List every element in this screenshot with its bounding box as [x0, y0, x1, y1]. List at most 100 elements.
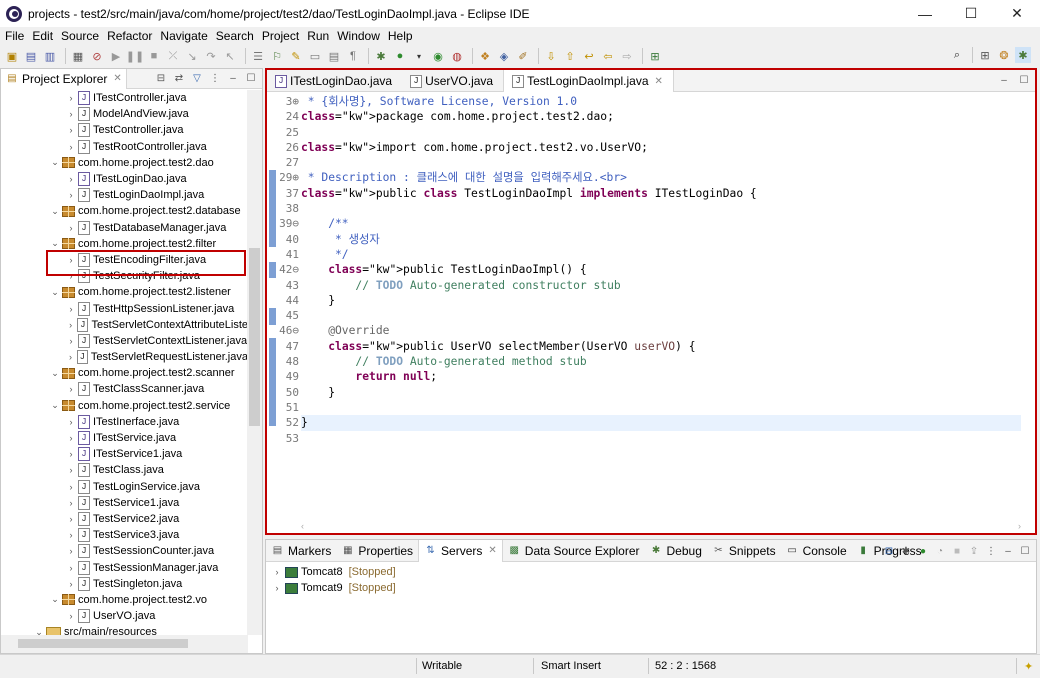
tip-lightbulb-icon[interactable]: ✦ [1024, 660, 1033, 673]
tree-file-item[interactable]: › J TestServletContextAttributeListe [1, 317, 248, 333]
word-wrap-icon[interactable]: ▤ [326, 48, 342, 64]
external-tools-icon[interactable]: ◍ [449, 48, 465, 64]
menu-help[interactable]: Help [384, 29, 417, 43]
view-menu-icon[interactable]: ⋮ [984, 544, 998, 558]
code-line[interactable]: } [301, 415, 1021, 431]
debug-icon[interactable]: ✱ [373, 48, 389, 64]
new-java-class-icon[interactable]: ◈ [496, 48, 512, 64]
expand-arrow-icon[interactable]: › [66, 352, 75, 362]
menu-file[interactable]: File [0, 29, 28, 43]
back-icon[interactable]: ⇦ [600, 48, 616, 64]
expand-arrow-icon[interactable]: › [272, 567, 282, 577]
code-line[interactable]: * Description : 클래스에 대한 설명을 입력해주세요.<br> [301, 170, 1021, 185]
view-menu-icon[interactable]: ⋮ [208, 71, 222, 85]
code-line[interactable] [301, 125, 1021, 140]
maximize-view-icon[interactable]: ☐ [244, 71, 258, 85]
menu-refactor[interactable]: Refactor [103, 29, 156, 43]
tree-package-item[interactable]: ⌄ com.home.project.test2.scanner [1, 365, 248, 381]
resume-icon[interactable]: ▶ [108, 48, 124, 64]
code-line[interactable]: // TODO Auto-generated constructor stub [301, 278, 1021, 293]
expand-arrow-icon[interactable]: › [66, 142, 76, 152]
tab-markers[interactable]: ▤ Markers [266, 540, 336, 562]
expand-arrow-icon[interactable]: › [66, 546, 76, 556]
line-number[interactable]: 29⊕ [277, 170, 301, 185]
expand-arrow-icon[interactable]: › [66, 125, 76, 135]
code-line[interactable]: @Override [301, 323, 1021, 338]
tree-package-item[interactable]: ⌄ com.home.project.test2.dao [1, 155, 248, 171]
forward-icon[interactable]: ⇨ [619, 48, 635, 64]
tree-file-item[interactable]: › J TestLoginDaoImpl.java [1, 187, 248, 203]
show-whitespace-icon[interactable]: ¶ [345, 48, 361, 64]
scroll-right-icon[interactable]: › [1018, 521, 1021, 531]
close-icon[interactable]: ✕ [655, 76, 663, 87]
menu-project[interactable]: Project [258, 29, 303, 43]
minimize-view-icon[interactable]: – [1001, 544, 1015, 558]
server-row[interactable]: › Tomcat8 [Stopped] [272, 564, 1036, 580]
new-icon[interactable]: ▣ [4, 48, 20, 64]
expand-arrow-icon[interactable]: › [66, 417, 76, 427]
skip-breakpoints-icon[interactable]: ⊘ [89, 48, 105, 64]
menu-edit[interactable]: Edit [28, 29, 57, 43]
step-over-icon[interactable]: ↷ [203, 48, 219, 64]
tab-project-explorer[interactable]: ▤ Project Explorer ✕ [1, 68, 127, 89]
line-number[interactable]: 39⊖ [277, 216, 301, 231]
suspend-icon[interactable]: ❚❚ [126, 48, 144, 64]
search-icon[interactable]: ⌕ [949, 47, 965, 63]
line-number[interactable]: 3⊕ [277, 94, 301, 109]
expand-arrow-icon[interactable]: › [66, 384, 76, 394]
step-return-icon[interactable]: ↖ [222, 48, 238, 64]
tree-file-item[interactable]: › J TestRootController.java [1, 139, 248, 155]
collapse-arrow-icon[interactable]: ⌄ [50, 238, 60, 249]
code-line[interactable]: */ [301, 247, 1021, 262]
step-into-icon[interactable]: ↘ [184, 48, 200, 64]
editor-tab-itestlogindao[interactable]: J ITestLoginDao.java [267, 70, 402, 92]
code-line[interactable] [301, 155, 1021, 170]
toggle-block-selection-icon[interactable]: ▭ [307, 48, 323, 64]
tab-snippets[interactable]: ✂ Snippets [707, 540, 781, 562]
tree-file-item[interactable]: › J TestController.java [1, 122, 248, 138]
tree-file-item[interactable]: › J TestHttpSessionListener.java [1, 300, 248, 316]
use-step-filters-icon[interactable]: ☰ [250, 48, 266, 64]
last-edit-location-icon[interactable]: ↩ [581, 48, 597, 64]
expand-arrow-icon[interactable]: › [66, 482, 76, 492]
maximize-button[interactable]: ☐ [948, 0, 994, 27]
run-icon[interactable]: ● [392, 48, 408, 64]
collapse-arrow-icon[interactable]: ⌄ [50, 594, 60, 605]
expand-arrow-icon[interactable]: › [66, 223, 76, 233]
minimize-button[interactable]: — [902, 0, 948, 27]
start-server-icon[interactable]: ● [916, 544, 930, 558]
filter-icon[interactable]: ▽ [190, 71, 204, 85]
editor-vscrollbar[interactable] [1021, 94, 1035, 524]
expand-arrow-icon[interactable]: › [66, 579, 76, 589]
tree-file-item[interactable]: › J ITestController.java [1, 90, 248, 106]
expand-arrow-icon[interactable]: › [66, 320, 75, 330]
code-line[interactable] [301, 201, 1021, 216]
project-tree-vscrollbar[interactable] [247, 90, 262, 635]
terminate-icon[interactable]: ■ [146, 48, 162, 64]
maximize-view-icon[interactable]: ☐ [1017, 73, 1031, 87]
expand-arrow-icon[interactable]: › [66, 433, 76, 443]
open-type-icon[interactable]: ⚐ [269, 48, 285, 64]
tree-folder-item[interactable]: ⌄ src/main/resources [1, 624, 248, 635]
run-dropdown-icon[interactable]: ▾ [411, 48, 427, 64]
hscrollbar-thumb[interactable] [18, 639, 188, 648]
code-line[interactable]: // TODO Auto-generated method stub [301, 354, 1021, 369]
tab-servers[interactable]: ⇅ Servers ✕ [418, 539, 503, 562]
tree-file-item[interactable]: › J TestSessionCounter.java [1, 543, 248, 559]
profile-server-icon[interactable]: ◔ [933, 544, 947, 558]
collapse-arrow-icon[interactable]: ⌄ [50, 287, 60, 298]
toggle-mark-occurrences-icon[interactable]: ✎ [288, 48, 304, 64]
tree-file-item[interactable]: › J ModelAndView.java [1, 106, 248, 122]
collapse-arrow-icon[interactable]: ⌄ [50, 206, 60, 217]
expand-arrow-icon[interactable]: › [66, 336, 76, 346]
open-perspective-icon[interactable]: ⊞ [977, 47, 993, 63]
expand-arrow-icon[interactable]: › [66, 93, 76, 103]
collapse-arrow-icon[interactable]: ⌄ [50, 157, 60, 168]
tree-file-item[interactable]: › J ITestService.java [1, 430, 248, 446]
line-number[interactable]: 46⊖ [277, 323, 301, 338]
tree-package-item[interactable]: ⌄ com.home.project.test2.database [1, 203, 248, 219]
code-line[interactable] [301, 308, 1021, 323]
close-icon[interactable]: ✕ [488, 545, 496, 556]
disconnect-icon[interactable]: ⤫ [165, 48, 181, 64]
menu-source[interactable]: Source [57, 29, 103, 43]
